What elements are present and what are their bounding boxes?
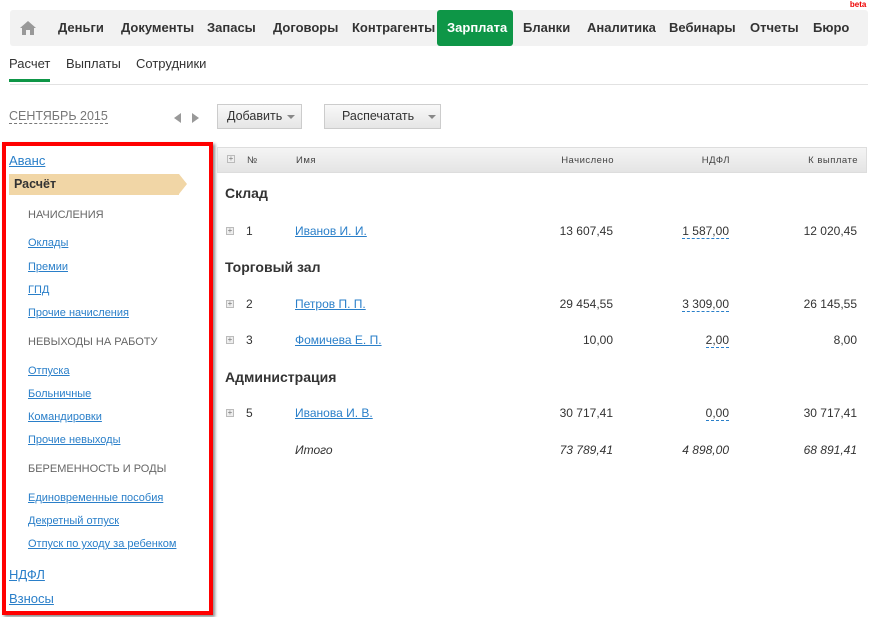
prev-period-icon[interactable] xyxy=(174,113,181,123)
sidebar-link[interactable]: Прочие начисления xyxy=(28,307,129,319)
nav-reports[interactable]: Отчеты xyxy=(750,10,799,46)
row-accrued: 10,00 xyxy=(582,333,613,347)
col-payout: К выплате xyxy=(808,155,858,166)
nav-forms[interactable]: Бланки xyxy=(523,10,570,46)
sidebar-link[interactable]: ГПД xyxy=(28,284,49,296)
col-name: Имя xyxy=(296,155,317,166)
expand-all-icon[interactable]: + xyxy=(227,155,235,163)
employee-link[interactable]: Петров П. П. xyxy=(295,297,366,311)
employee-link[interactable]: Фомичева Е. П. xyxy=(295,333,382,347)
sidebar-link[interactable]: Оклады xyxy=(28,237,68,249)
nav-bureau[interactable]: Бюро beta xyxy=(813,0,866,46)
chevron-down-icon xyxy=(287,114,296,119)
subtab-payments[interactable]: Выплаты xyxy=(66,56,121,71)
row-ndfl[interactable]: 3 309,00 xyxy=(682,297,729,312)
print-label: Распечатать xyxy=(342,109,415,123)
sidebar-calc-active[interactable]: Расчёт xyxy=(9,174,187,195)
expand-row-icon[interactable]: + xyxy=(226,336,234,344)
chevron-down-icon xyxy=(428,114,437,119)
row-ndfl[interactable]: 0,00 xyxy=(705,406,729,421)
group-title: Склад xyxy=(225,185,268,201)
nav-documents[interactable]: Документы xyxy=(121,10,194,46)
sidebar-link[interactable]: Прочие невыходы xyxy=(28,434,120,446)
expand-row-icon[interactable]: + xyxy=(226,409,234,417)
print-button[interactable]: Распечатать xyxy=(324,104,441,129)
section-maternity: БЕРЕМЕННОСТЬ И РОДЫ xyxy=(28,463,167,475)
divider xyxy=(10,84,868,85)
row-num: 3 xyxy=(246,333,253,347)
nav-webinars[interactable]: Вебинары xyxy=(669,10,736,46)
row-ndfl[interactable]: 2,00 xyxy=(705,333,729,348)
home-icon[interactable] xyxy=(19,10,39,46)
expand-row-icon[interactable]: + xyxy=(226,300,234,308)
row-payout: 30 717,41 xyxy=(803,406,857,420)
row-accrued: 30 717,41 xyxy=(559,406,613,420)
sidebar-link[interactable]: Командировки xyxy=(28,411,102,423)
row-num: 2 xyxy=(246,297,253,311)
nav-bureau-label: Бюро xyxy=(813,20,850,35)
sidebar-ndfl[interactable]: НДФЛ xyxy=(9,567,45,582)
section-accruals: НАЧИСЛЕНИЯ xyxy=(28,209,104,221)
subtab-calc[interactable]: Расчет xyxy=(9,56,51,82)
nav-money[interactable]: Деньги xyxy=(58,10,104,46)
main-nav: Деньги Документы Запасы Договоры Контраг… xyxy=(10,0,868,46)
nav-analytics[interactable]: Аналитика xyxy=(587,10,656,46)
total-label: Итого xyxy=(295,443,333,457)
row-accrued: 29 454,55 xyxy=(559,297,613,311)
sidebar-link[interactable]: Премии xyxy=(28,261,68,273)
sidebar-link[interactable]: Больничные xyxy=(28,388,91,400)
row-ndfl[interactable]: 1 587,00 xyxy=(682,224,729,239)
col-ndfl: НДФЛ xyxy=(701,155,730,166)
row-payout: 8,00 xyxy=(833,333,857,347)
subtab-employees[interactable]: Сотрудники xyxy=(136,56,206,71)
section-absences: НЕВЫХОДЫ НА РАБОТУ xyxy=(28,336,158,348)
sidebar-link[interactable]: Отпуск по уходу за ребенком xyxy=(28,538,176,550)
expand-row-icon[interactable]: + xyxy=(226,227,234,235)
row-num: 5 xyxy=(246,406,253,420)
total-payout: 68 891,41 xyxy=(803,443,857,457)
beta-badge: beta xyxy=(849,0,867,9)
row-num: 1 xyxy=(246,224,253,238)
table-header: + № Имя Начислено НДФЛ К выплате xyxy=(217,147,867,173)
group-title: Торговый зал xyxy=(225,259,321,275)
nav-contracts[interactable]: Договоры xyxy=(273,10,338,46)
employee-link[interactable]: Иванов И. И. xyxy=(295,224,367,238)
row-accrued: 13 607,45 xyxy=(559,224,613,238)
nav-counterparties[interactable]: Контрагенты xyxy=(352,10,435,46)
sidebar-contributions[interactable]: Взносы xyxy=(9,591,54,606)
employee-link[interactable]: Иванова И. В. xyxy=(295,406,373,420)
total-ndfl: 4 898,00 xyxy=(682,443,729,457)
col-accrued: Начислено xyxy=(561,155,614,166)
total-accrued: 73 789,41 xyxy=(559,443,613,457)
nav-stock[interactable]: Запасы xyxy=(207,10,256,46)
row-payout: 12 020,45 xyxy=(803,224,857,238)
next-period-icon[interactable] xyxy=(192,113,199,123)
col-num: № xyxy=(247,155,258,166)
sidebar-advance[interactable]: Аванс xyxy=(9,153,45,168)
group-title: Администрация xyxy=(225,369,337,385)
sidebar-link[interactable]: Декретный отпуск xyxy=(28,515,119,527)
add-label: Добавить xyxy=(227,109,283,123)
row-payout: 26 145,55 xyxy=(803,297,857,311)
sidebar-link[interactable]: Отпуска xyxy=(28,365,70,377)
period-selector[interactable]: СЕНТЯБРЬ 2015 xyxy=(9,109,108,124)
add-button[interactable]: Добавить xyxy=(217,104,302,129)
sidebar-link[interactable]: Единовременные пособия xyxy=(28,492,163,504)
nav-salary[interactable]: Зарплата xyxy=(437,10,513,46)
